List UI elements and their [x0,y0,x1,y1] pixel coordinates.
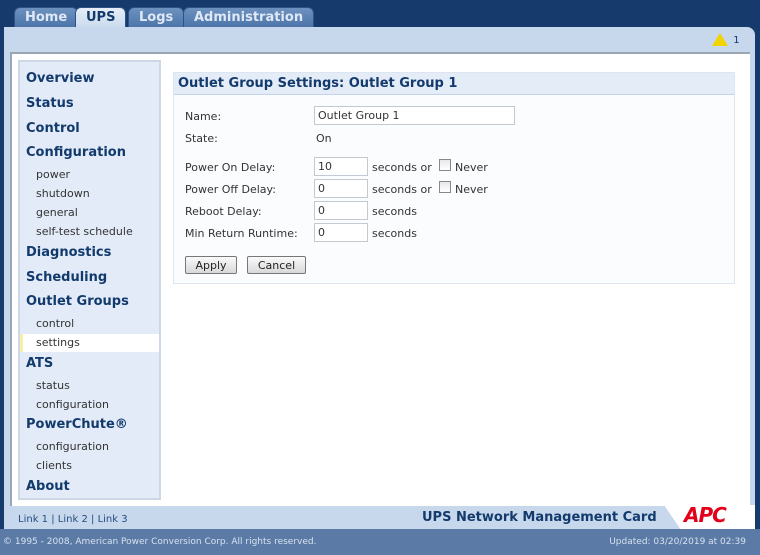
link-separator: | [51,514,55,525]
sidebar-subitem-clients[interactable]: clients [36,459,72,472]
footer-links: Link 1 | Link 2 | Link 3 [18,514,128,525]
link-3[interactable]: Link 3 [98,514,128,525]
sidebar-subitem-powerchute-configuration[interactable]: configuration [36,440,109,453]
min-return-runtime-label: Min Return Runtime: [185,227,298,240]
power-off-never-checkbox[interactable] [439,181,451,193]
apc-logo: APC [664,505,755,529]
apply-button[interactable]: Apply [185,256,237,274]
sidebar-item-diagnostics[interactable]: Diagnostics [26,245,111,260]
sidebar-item-outlet-groups[interactable]: Outlet Groups [26,294,129,309]
seconds-or-text: seconds or [372,161,432,174]
link-2[interactable]: Link 2 [58,514,88,525]
apc-logo-text: APC [684,503,727,527]
state-label: State: [185,132,218,145]
min-return-runtime-input[interactable] [314,223,368,242]
power-off-delay-label: Power Off Delay: [185,183,276,196]
outlet-group-settings-panel: Outlet Group Settings: Outlet Group 1 Na… [173,72,735,284]
alert-indicator[interactable]: 1 [712,33,740,46]
seconds-text: seconds [372,205,417,218]
link-1[interactable]: Link 1 [18,514,48,525]
tab-administration[interactable]: Administration [183,7,315,28]
copyright-text: © 1995 - 2008, American Power Conversion… [3,537,317,547]
link-separator: | [91,514,95,525]
power-on-delay-label: Power On Delay: [185,161,276,174]
footer-bar: Link 1 | Link 2 | Link 3 UPS Network Man… [4,505,755,529]
power-off-delay-input[interactable] [314,179,368,198]
product-name: UPS Network Management Card [422,510,657,525]
cancel-button[interactable]: Cancel [247,256,306,274]
sidebar-subitem-shutdown[interactable]: shutdown [36,187,90,200]
sidebar-item-scheduling[interactable]: Scheduling [26,270,107,285]
sidebar-item-configuration[interactable]: Configuration [26,145,126,160]
never-label: Never [455,183,488,196]
sidebar-subitem-self-test-schedule[interactable]: self-test schedule [36,225,133,238]
sidebar-subitem-power[interactable]: power [36,168,70,181]
sidebar-item-control[interactable]: Control [26,121,80,136]
tab-ups[interactable]: UPS [75,7,127,29]
sidebar-subitem-general[interactable]: general [36,206,78,219]
name-label: Name: [185,110,222,123]
reboot-delay-input[interactable] [314,201,368,220]
sidebar-item-status[interactable]: Status [26,96,74,111]
sidebar-subitem-ats-status[interactable]: status [36,379,70,392]
sidebar-subitem-ats-configuration[interactable]: configuration [36,398,109,411]
power-on-delay-input[interactable] [314,157,368,176]
name-input[interactable] [314,106,515,125]
sidebar-subitem-settings[interactable]: settings [36,336,80,349]
sidebar-subitem-control[interactable]: control [36,317,74,330]
sidebar-item-powerchute[interactable]: PowerChute® [26,417,128,432]
warning-icon [712,33,728,46]
sidebar-item-about[interactable]: About [26,479,70,494]
tab-logs[interactable]: Logs [128,7,185,28]
panel-title: Outlet Group Settings: Outlet Group 1 [174,73,734,95]
sidebar-item-ats[interactable]: ATS [26,356,53,371]
power-on-never-checkbox[interactable] [439,159,451,171]
seconds-or-text: seconds or [372,183,432,196]
state-value: On [316,132,332,145]
never-label: Never [455,161,488,174]
sidebar-item-overview[interactable]: Overview [26,71,95,86]
sidebar: Overview Status Control Configuration po… [18,60,161,500]
tab-home[interactable]: Home [14,7,79,28]
updated-timestamp: Updated: 03/20/2019 at 02:39 [609,537,746,547]
seconds-text: seconds [372,227,417,240]
reboot-delay-label: Reboot Delay: [185,205,262,218]
